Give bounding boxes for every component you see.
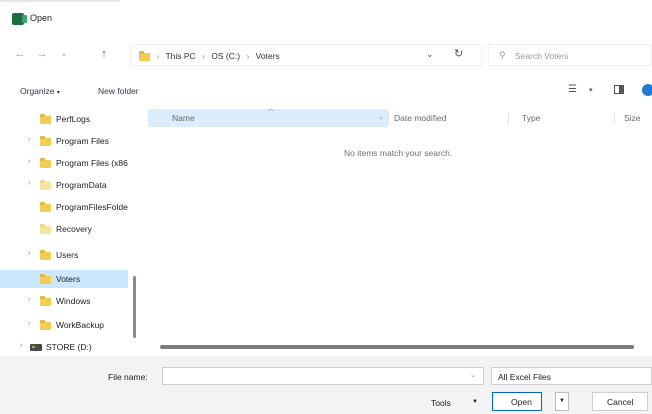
breadcrumb: › This PC › OS (C:) › Voters [139, 50, 280, 61]
expand-chevron-icon[interactable]: › [28, 180, 30, 187]
recent-locations-chevron-icon[interactable]: ⌄ [56, 46, 72, 62]
help-icon[interactable] [642, 84, 652, 96]
column-header-type[interactable]: Type [522, 109, 612, 127]
file-name-label: File name: [108, 372, 148, 382]
breadcrumb-separator-icon: › [202, 51, 205, 61]
empty-state-message: No items match your search. [344, 148, 453, 158]
nav-item-store-d[interactable]: › STORE (D:) [0, 338, 128, 356]
nav-item-label: ProgramFilesFolder [56, 202, 128, 212]
column-header-label: Date modified [394, 113, 447, 123]
expand-chevron-icon[interactable]: › [28, 158, 30, 165]
folder-icon [40, 180, 51, 190]
title-bar-divider [0, 0, 120, 2]
open-button[interactable]: Open [492, 392, 542, 411]
column-divider[interactable] [614, 112, 615, 124]
preview-pane-icon[interactable] [614, 85, 624, 94]
nav-item-label: Program Files [56, 136, 109, 146]
back-arrow-icon[interactable]: ← [12, 46, 28, 62]
nav-item-recovery[interactable]: Recovery [0, 220, 128, 238]
column-header-label: Size [624, 113, 641, 123]
folder-icon [40, 250, 51, 260]
nav-item-voters[interactable]: Voters [0, 270, 128, 288]
organize-dropdown-icon: ▾ [56, 90, 60, 96]
breadcrumb-separator-icon: › [246, 51, 250, 61]
nav-item-programfilesfolder[interactable]: ProgramFilesFolder [0, 198, 128, 216]
nav-item-label: Users [56, 250, 79, 260]
nav-item-label: STORE (D:) [46, 342, 92, 352]
breadcrumb-this-pc[interactable]: This PC [165, 51, 195, 61]
file-type-value: All Excel Files [498, 372, 551, 382]
new-folder-button[interactable]: New folder [98, 86, 139, 96]
nav-item-label: WorkBackup [56, 320, 105, 330]
column-divider[interactable] [508, 112, 509, 124]
file-list [146, 106, 652, 346]
window-title: Open [30, 13, 53, 23]
breadcrumb-os-c[interactable]: OS (C:) [211, 51, 240, 61]
address-dropdown-chevron-icon[interactable]: ⌄ [426, 49, 434, 60]
title-bar: Open [0, 0, 652, 34]
breadcrumb-voters[interactable]: Voters [256, 51, 280, 61]
expand-chevron-icon[interactable]: › [28, 250, 30, 257]
forward-arrow-icon[interactable]: → [34, 46, 50, 62]
column-filter-chevron-icon: ⌄ [378, 114, 384, 121]
column-header-size[interactable]: Size [624, 109, 652, 127]
column-divider[interactable] [388, 112, 389, 124]
folder-icon [40, 224, 51, 234]
navigation-pane: PerfLogs › Program Files › Program Files… [0, 106, 140, 356]
folder-icon [139, 50, 150, 61]
nav-item-windows[interactable]: › Windows [0, 292, 128, 310]
cancel-button-label: Cancel [607, 397, 634, 407]
expand-chevron-icon[interactable]: › [20, 342, 22, 349]
folder-icon [40, 274, 51, 284]
column-header-date-modified[interactable]: Date modified [394, 109, 504, 127]
nav-item-label: Recovery [56, 224, 92, 234]
nav-item-label: PerfLogs [56, 114, 91, 124]
view-options-icon[interactable]: ☰ [568, 84, 577, 95]
horizontal-scrollbar[interactable] [160, 345, 634, 349]
nav-item-program-files[interactable]: › Program Files [0, 132, 128, 150]
organize-button[interactable]: Organize ▾ [20, 86, 60, 96]
column-header-label: Name [172, 113, 195, 123]
nav-item-programdata[interactable]: › ProgramData [0, 176, 128, 194]
folder-icon [40, 158, 51, 168]
nav-item-program-files-x86[interactable]: › Program Files (x86) [0, 154, 128, 172]
view-options-dropdown-icon[interactable]: ▾ [589, 86, 593, 94]
nav-item-label: Voters [56, 274, 81, 284]
open-button-label: Open [511, 397, 532, 407]
search-input[interactable]: ⚲ Search Voters [488, 44, 652, 66]
nav-item-users[interactable]: › Users [0, 246, 128, 264]
expand-chevron-icon[interactable]: › [28, 296, 30, 303]
cancel-button[interactable]: Cancel [592, 392, 648, 411]
nav-item-label: ProgramData [56, 180, 107, 190]
refresh-icon[interactable]: ↻ [454, 47, 463, 60]
up-arrow-icon[interactable]: ↑ [96, 46, 112, 62]
open-options-dropdown-icon[interactable]: ▼ [555, 392, 569, 411]
drive-icon [30, 344, 42, 351]
folder-icon [40, 136, 51, 146]
sort-caret-icon: ︿ [268, 107, 275, 113]
expand-chevron-icon[interactable]: › [28, 136, 30, 143]
search-icon: ⚲ [499, 50, 506, 60]
folder-icon [40, 114, 51, 124]
nav-item-workbackup[interactable]: › WorkBackup [0, 316, 128, 334]
expand-chevron-icon[interactable]: › [28, 320, 30, 327]
folder-icon [40, 202, 51, 212]
nav-item-label: Program Files (x86) [56, 158, 128, 168]
navigation-scrollbar[interactable] [133, 276, 136, 338]
nav-item-label: Windows [56, 296, 91, 306]
tools-button[interactable]: Tools [431, 398, 451, 408]
tools-dropdown-icon[interactable]: ▼ [472, 399, 478, 405]
search-placeholder: Search Voters [515, 51, 569, 61]
excel-app-icon [12, 13, 27, 25]
file-name-input[interactable] [162, 367, 484, 385]
file-type-select[interactable]: All Excel Files [491, 367, 652, 385]
breadcrumb-separator-icon: › [156, 51, 160, 61]
folder-icon [40, 320, 51, 330]
file-name-history-chevron-icon[interactable]: ⌄ [470, 371, 476, 379]
folder-icon [40, 296, 51, 306]
organize-label: Organize [20, 86, 55, 96]
nav-item-perflogs[interactable]: PerfLogs [0, 110, 128, 128]
column-chevron[interactable]: ⌄ [378, 109, 388, 127]
column-header-label: Type [522, 113, 541, 123]
